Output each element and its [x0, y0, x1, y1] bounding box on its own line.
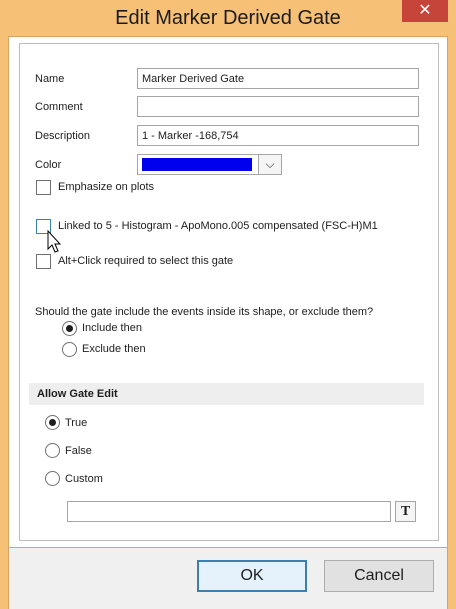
- color-swatch: [142, 158, 252, 171]
- dialog-footer: OK Cancel: [8, 548, 448, 609]
- cancel-button[interactable]: Cancel: [324, 560, 434, 592]
- emphasize-label: Emphasize on plots: [58, 181, 154, 193]
- allow-edit-header: Allow Gate Edit: [29, 383, 424, 405]
- custom-script-field[interactable]: [67, 501, 391, 522]
- include-question: Should the gate include the events insid…: [35, 306, 374, 318]
- edit-custom-label: Custom: [65, 473, 103, 485]
- close-icon: ✕: [418, 2, 432, 19]
- color-picker[interactable]: ⌵: [137, 154, 282, 175]
- ok-button[interactable]: OK: [197, 560, 307, 592]
- chevron-down-icon[interactable]: ⌵: [258, 155, 281, 174]
- name-field[interactable]: Marker Derived Gate: [137, 68, 419, 89]
- include-radio[interactable]: [62, 321, 77, 336]
- text-format-button[interactable]: T: [395, 501, 416, 522]
- include-label: Include then: [82, 322, 142, 334]
- exclude-label: Exclude then: [82, 343, 146, 355]
- close-button[interactable]: ✕: [402, 0, 448, 22]
- linked-label: Linked to 5 - Histogram - ApoMono.005 co…: [58, 220, 378, 232]
- description-label: Description: [35, 130, 91, 142]
- mouse-cursor-icon: [47, 230, 62, 253]
- altclick-label: Alt+Click required to select this gate: [58, 255, 234, 267]
- dialog-window: Edit Marker Derived Gate ✕ Name Marker D…: [0, 0, 456, 609]
- comment-label: Comment: [35, 101, 83, 113]
- description-field[interactable]: 1 - Marker -168,754: [137, 125, 419, 146]
- color-label: Color: [35, 159, 62, 171]
- name-label: Name: [35, 73, 65, 85]
- dialog-title: Edit Marker Derived Gate: [115, 7, 341, 29]
- edit-false-radio[interactable]: [45, 443, 60, 458]
- comment-field[interactable]: [137, 96, 419, 117]
- settings-panel: Name Marker Derived Gate Comment Descrip…: [19, 43, 439, 541]
- edit-true-radio[interactable]: [45, 415, 60, 430]
- altclick-checkbox[interactable]: [36, 254, 51, 269]
- edit-false-label: False: [65, 445, 92, 457]
- dialog-client: Name Marker Derived Gate Comment Descrip…: [8, 36, 448, 548]
- exclude-radio[interactable]: [62, 342, 77, 357]
- edit-custom-radio[interactable]: [45, 471, 60, 486]
- edit-true-label: True: [65, 417, 88, 429]
- emphasize-checkbox[interactable]: [36, 180, 51, 195]
